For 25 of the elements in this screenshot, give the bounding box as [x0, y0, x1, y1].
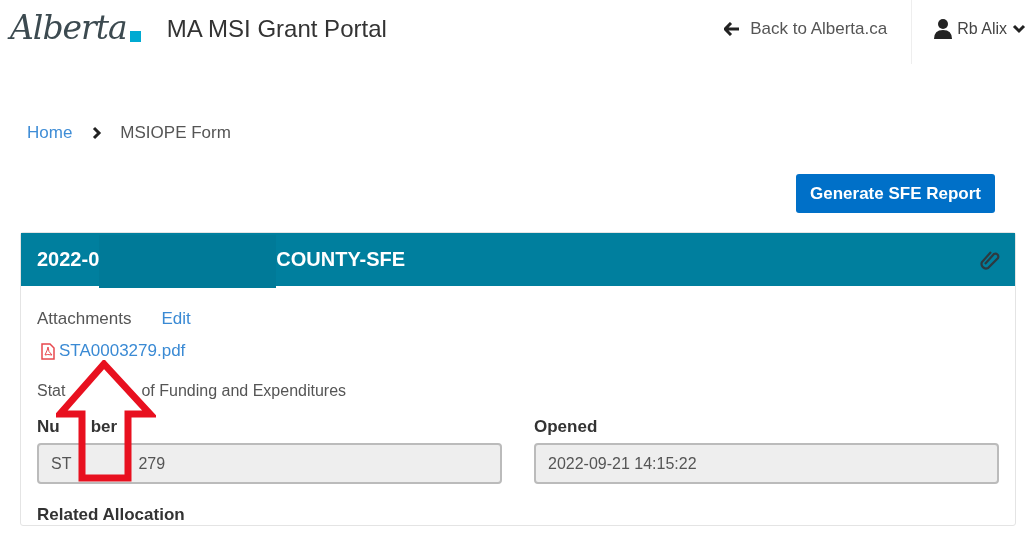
edit-link[interactable]: Edit	[161, 309, 191, 329]
generate-report-button[interactable]: Generate SFE Report	[796, 174, 995, 213]
back-link[interactable]: Back to Alberta.ca	[724, 0, 888, 64]
card-title: 2022-0	[37, 248, 100, 271]
field-label: Opened	[534, 417, 598, 437]
chevron-right-icon	[92, 126, 103, 140]
form-title: of Funding and Expenditures	[141, 382, 347, 400]
readonly-field[interactable]: 2022-09-21 14:15:22	[534, 443, 999, 484]
pdf-file-icon	[41, 342, 55, 360]
attachment-link[interactable]: STA0003279.pdf	[59, 341, 186, 361]
arrow-left-icon	[724, 22, 741, 36]
section-label: Related Allocation	[37, 505, 186, 525]
card-title: COUNTY-SFE	[276, 248, 406, 271]
user-menu[interactable]: Rb Alix	[911, 0, 1030, 64]
user-icon	[934, 19, 953, 39]
field-label: Nu	[37, 417, 60, 437]
breadcrumb-link[interactable]: Home	[27, 123, 73, 143]
breadcrumb-current: MSIOPE Form	[120, 123, 231, 143]
readonly-field[interactable]: ST 279	[37, 443, 502, 484]
attachments-label: Attachments	[37, 309, 132, 329]
form-title: Stat	[37, 382, 66, 400]
logo-square-icon	[129, 30, 141, 42]
field-label: ber	[90, 417, 118, 437]
portal-title: MA MSI Grant Portal	[166, 15, 387, 43]
chevron-down-icon	[1012, 24, 1026, 34]
